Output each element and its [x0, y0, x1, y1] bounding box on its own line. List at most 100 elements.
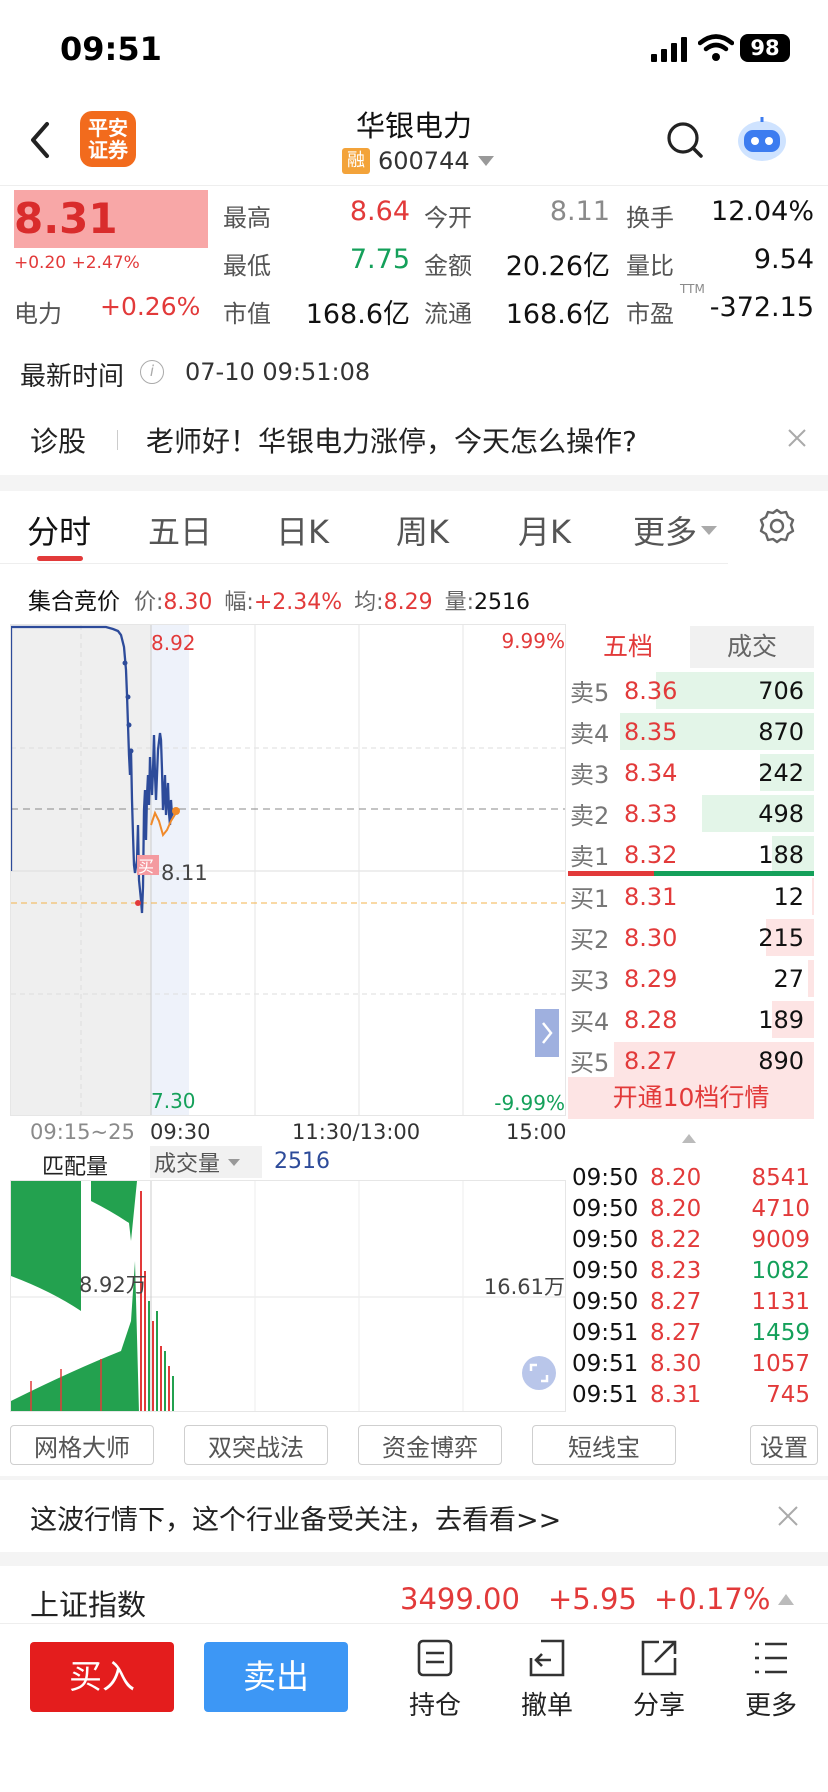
expand-up-icon[interactable]	[778, 1594, 794, 1605]
level-volume: 188	[758, 840, 804, 869]
tick-time: 09:51	[572, 1350, 639, 1377]
level-volume: 189	[758, 1005, 804, 1034]
level-label: 卖3	[570, 761, 610, 789]
bid-row[interactable]: 买5 8.27 890	[568, 1040, 814, 1081]
toolbar-cancel[interactable]: 撤单	[502, 1638, 592, 1722]
sell-button[interactable]: 卖出	[204, 1642, 348, 1712]
expand-chart-icon[interactable]	[535, 1009, 559, 1057]
header-divider	[0, 185, 828, 186]
ask-row[interactable]: 卖5 8.36 706	[568, 670, 814, 711]
level-volume: 706	[758, 676, 804, 705]
close-icon[interactable]	[785, 426, 809, 450]
tab-5day[interactable]: 五日	[148, 507, 212, 553]
tick-time: 09:50	[572, 1257, 639, 1284]
banner-close-icon[interactable]	[776, 1504, 800, 1528]
toolbar-share[interactable]: 分享	[614, 1638, 704, 1722]
tool-fund-game[interactable]: 资金博弈	[358, 1425, 502, 1465]
auction-amp-label: 幅:	[224, 590, 254, 615]
bid-row[interactable]: 买4 8.28 189	[568, 999, 814, 1040]
tab-active-indicator	[37, 556, 83, 561]
x-label-close: 15:00	[506, 1120, 567, 1144]
tab-daily-k[interactable]: 日K	[276, 507, 329, 553]
level-label: 卖4	[570, 720, 610, 748]
index-pct: +0.17%	[654, 1582, 771, 1616]
robot-assistant-icon[interactable]	[735, 113, 789, 165]
trade-tick-row: 09:50 8.27 1131	[572, 1286, 812, 1317]
tab-more[interactable]: 更多	[633, 507, 718, 553]
logo-line1: 平安	[88, 116, 128, 140]
level-price: 8.33	[624, 799, 678, 828]
vol-right-label: 16.61万	[483, 1275, 565, 1299]
stat-label-amount: 金额	[424, 252, 472, 280]
sector-label[interactable]: 电力	[14, 294, 62, 329]
tick-volume: 9009	[751, 1226, 810, 1253]
toolbar-share-label: 分享	[632, 1691, 685, 1721]
toolbar-more[interactable]: 更多	[726, 1638, 816, 1722]
tick-price: 8.30	[650, 1350, 702, 1377]
stat-value-float: 168.6亿	[505, 299, 610, 330]
search-icon[interactable]	[665, 120, 705, 160]
tick-volume: 745	[766, 1381, 810, 1408]
tick-price: 8.20	[650, 1195, 702, 1222]
vol-left-label: 8.92万	[79, 1273, 147, 1297]
bid-row[interactable]: 买1 8.31 12	[568, 876, 814, 917]
more-menu-icon	[755, 1642, 787, 1674]
intraday-chart[interactable]: 8.92 9.99% 7.30 -9.99% 买 8.11	[10, 624, 566, 1116]
level-price: 8.27	[624, 1046, 678, 1075]
trade-tick-row: 09:51 8.31 745	[572, 1379, 812, 1410]
level-label: 买2	[570, 926, 610, 954]
x-label-open: 09:30	[150, 1120, 211, 1144]
trade-tick-row: 09:50 8.22 9009	[572, 1224, 812, 1255]
ask-row[interactable]: 卖2 8.33 498	[568, 793, 814, 834]
orderbook-asks: 卖5 8.36 706 卖4 8.35 870 卖3 8.34 242 卖2 8.33 498 卖1 8.…	[568, 670, 814, 875]
tool-settings[interactable]: 设置	[750, 1425, 818, 1465]
tab-intraday[interactable]: 分时	[27, 507, 91, 553]
cancel-order-icon	[529, 1639, 565, 1677]
fullscreen-icon[interactable]	[522, 1356, 556, 1390]
tool-double-breakout[interactable]: 双突战法	[184, 1425, 328, 1465]
diagnose-bar[interactable]: 诊股 老师好！华银电力涨停，今天怎么操作?	[0, 408, 828, 468]
tick-time: 09:50	[572, 1164, 639, 1191]
diagnose-label: 诊股	[30, 425, 87, 458]
bid-row[interactable]: 买3 8.29 27	[568, 958, 814, 999]
stat-label-volratio: 量比	[626, 252, 674, 280]
sector-change: +0.26%	[100, 292, 201, 321]
trade-tick-row: 09:50 8.20 4710	[572, 1193, 812, 1224]
rong-badge: 融	[342, 148, 370, 174]
ask-row[interactable]: 卖1 8.32 188	[568, 834, 814, 875]
toolbar-hold-label: 持仓	[408, 1691, 461, 1721]
back-icon[interactable]	[25, 120, 55, 160]
tab-weekly-k[interactable]: 周K	[396, 507, 449, 553]
bid-row[interactable]: 买2 8.30 215	[568, 917, 814, 958]
info-icon[interactable]: i	[140, 360, 164, 384]
level-volume: 498	[758, 799, 804, 828]
orderbook-tabs: 五档 成交	[568, 626, 814, 668]
vol-tab-match[interactable]: 匹配量	[42, 1149, 108, 1181]
settings-gear-icon[interactable]	[758, 507, 796, 545]
ask-row[interactable]: 卖3 8.34 242	[568, 752, 814, 793]
buy-button[interactable]: 买入	[30, 1642, 174, 1712]
tab-monthly-k[interactable]: 月K	[518, 507, 571, 553]
tool-short-line[interactable]: 短线宝	[532, 1425, 676, 1465]
trade-tick-row: 09:50 8.20 8541	[572, 1162, 812, 1193]
upgrade-10-levels[interactable]: 开通10档行情	[568, 1077, 814, 1119]
tick-price: 8.22	[650, 1226, 702, 1253]
level-fill	[808, 960, 814, 997]
tab-five-levels[interactable]: 五档	[568, 626, 688, 668]
level-volume: 890	[758, 1046, 804, 1075]
promo-banner[interactable]: 这波行情下，这个行业备受关注，去看看>>	[0, 1486, 828, 1546]
ask-row[interactable]: 卖4 8.35 870	[568, 711, 814, 752]
stock-code-selector[interactable]: 融 600744	[342, 147, 494, 175]
collapse-triangle-icon[interactable]	[682, 1134, 696, 1143]
share-icon	[641, 1640, 677, 1676]
vol-tab-volume[interactable]: 成交量	[150, 1146, 262, 1178]
stat-value-open: 8.11	[549, 196, 610, 227]
index-bar[interactable]: 上证指数 3499.00 +5.95 +0.17%	[0, 1568, 828, 1628]
stat-label-open: 今开	[424, 204, 472, 232]
tab-trades[interactable]: 成交	[690, 626, 814, 668]
tick-time: 09:50	[572, 1195, 639, 1222]
tool-grid-master[interactable]: 网格大师	[10, 1425, 154, 1465]
last-price: 8.31	[14, 194, 118, 243]
level-label: 卖2	[570, 802, 610, 830]
toolbar-hold[interactable]: 持仓	[390, 1638, 480, 1722]
